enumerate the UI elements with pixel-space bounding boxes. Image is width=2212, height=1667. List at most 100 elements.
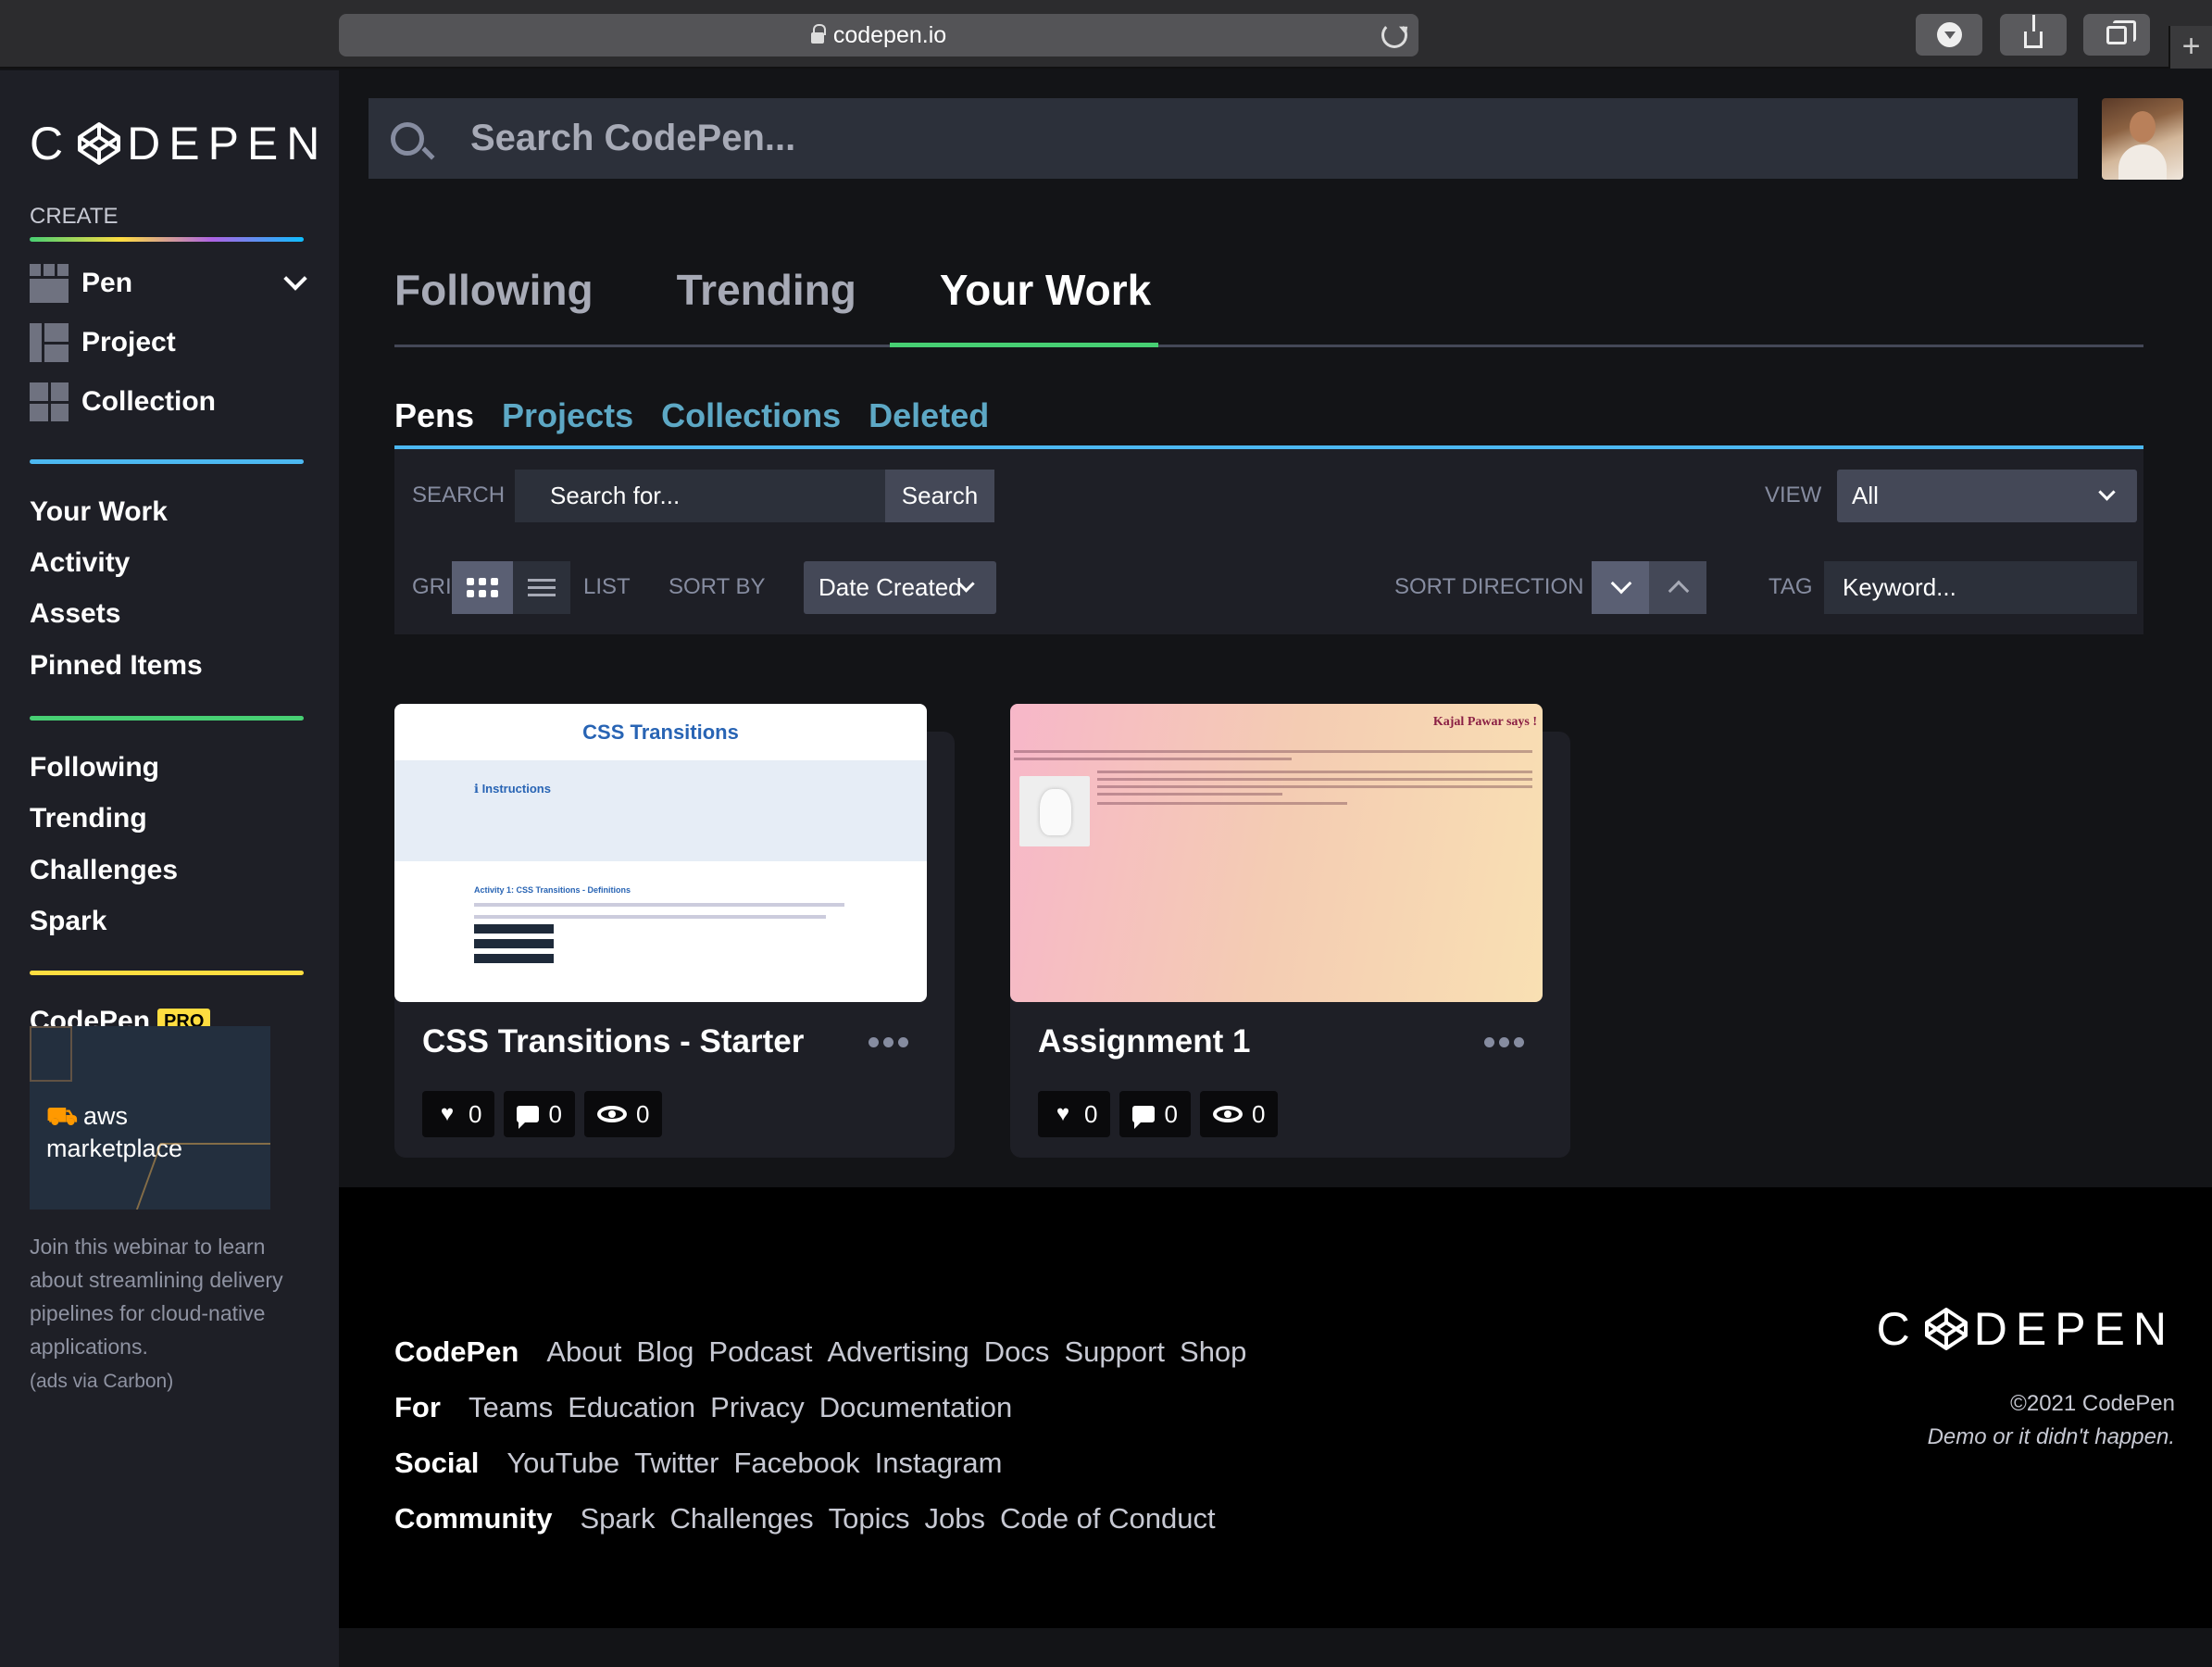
footer-link[interactable]: Shop bbox=[1180, 1335, 1246, 1369]
main-tabs: Following Trending Your Work bbox=[394, 265, 1234, 343]
footer-link[interactable]: About bbox=[546, 1335, 621, 1369]
codepen-cube-icon bbox=[1924, 1308, 1968, 1350]
more-options-icon[interactable] bbox=[869, 1037, 908, 1047]
tag-label: TAG bbox=[1768, 574, 1813, 599]
pen-stats: ♥ 0 0 0 bbox=[422, 1091, 663, 1137]
cat-image bbox=[1019, 776, 1090, 846]
footer-link[interactable]: Instagram bbox=[875, 1447, 1003, 1480]
sub-tabs: Pens Projects Collections Deleted bbox=[394, 396, 1017, 435]
footer-link[interactable]: Facebook bbox=[733, 1447, 859, 1480]
comment-icon bbox=[517, 1106, 540, 1129]
footer-link[interactable]: Topics bbox=[829, 1502, 910, 1535]
more-options-icon[interactable] bbox=[1484, 1037, 1524, 1047]
sidebar-item-challenges[interactable]: Challenges bbox=[30, 855, 178, 886]
list-view-button[interactable] bbox=[513, 561, 570, 614]
footer-link[interactable]: Docs bbox=[984, 1335, 1050, 1369]
footer-copyright: ©2021 CodePen bbox=[2010, 1391, 2175, 1416]
pen-search-input[interactable]: Search for... bbox=[515, 470, 885, 522]
sidebar-item-your-work[interactable]: Your Work bbox=[30, 496, 168, 528]
footer-link[interactable]: Support bbox=[1064, 1335, 1165, 1369]
tabs-icon bbox=[2106, 19, 2136, 44]
divider-green bbox=[30, 716, 304, 721]
project-icon bbox=[30, 323, 69, 362]
pen-preview[interactable]: Kajal Pawar says ! bbox=[1010, 704, 1543, 1002]
pen-title[interactable]: CSS Transitions - Starter bbox=[422, 1023, 804, 1060]
download-button[interactable] bbox=[1916, 14, 1982, 56]
like-button[interactable]: ♥ 0 bbox=[422, 1091, 495, 1137]
sort-direction-label: SORT DIRECTION bbox=[1394, 574, 1584, 599]
footer-link[interactable]: Jobs bbox=[924, 1502, 984, 1535]
footer-link[interactable]: Challenges bbox=[669, 1502, 813, 1535]
footer-link[interactable]: Teams bbox=[469, 1391, 553, 1424]
global-search[interactable] bbox=[369, 98, 2078, 179]
download-icon bbox=[1936, 22, 1962, 47]
sort-by-select[interactable]: Date Created bbox=[804, 561, 996, 614]
eye-icon bbox=[596, 1106, 627, 1122]
footer-link[interactable]: Advertising bbox=[827, 1335, 969, 1369]
tag-input[interactable]: Keyword... bbox=[1824, 561, 2137, 614]
new-tab-button[interactable]: + bbox=[2168, 26, 2212, 69]
footer-link[interactable]: Podcast bbox=[708, 1335, 812, 1369]
subtab-deleted[interactable]: Deleted bbox=[869, 396, 989, 435]
pen-stats: ♥ 0 0 0 bbox=[1038, 1091, 1279, 1137]
sort-ascending-button[interactable] bbox=[1649, 561, 1706, 614]
sidebar-item-assets[interactable]: Assets bbox=[30, 598, 120, 630]
sidebar-item-following[interactable]: Following bbox=[30, 752, 159, 783]
footer-tagline: Demo or it didn't happen. bbox=[1927, 1424, 2175, 1449]
pen-title[interactable]: Assignment 1 bbox=[1038, 1023, 1251, 1060]
tabs-divider bbox=[394, 345, 2143, 347]
subtab-projects[interactable]: Projects bbox=[502, 396, 633, 435]
search-button[interactable]: Search bbox=[885, 470, 994, 522]
ad-cubes-decoration bbox=[135, 1143, 270, 1210]
url-bar[interactable]: codepen.io bbox=[339, 14, 1418, 56]
view-select[interactable]: All bbox=[1837, 470, 2137, 522]
collection-icon bbox=[30, 382, 69, 421]
ad-text[interactable]: Join this webinar to learn about streaml… bbox=[30, 1230, 307, 1363]
footer-link[interactable]: Privacy bbox=[710, 1391, 805, 1424]
footer-link[interactable]: Documentation bbox=[819, 1391, 1013, 1424]
views-count[interactable]: 0 bbox=[583, 1091, 663, 1137]
views-count[interactable]: 0 bbox=[1199, 1091, 1279, 1137]
codepen-logo[interactable]: C DEPEN bbox=[30, 117, 328, 170]
reload-icon[interactable] bbox=[1381, 22, 1407, 48]
divider-blue bbox=[30, 459, 304, 464]
sidebar-item-activity[interactable]: Activity bbox=[30, 547, 130, 579]
chevron-down-icon[interactable] bbox=[283, 267, 307, 291]
ad-cubes-decoration bbox=[30, 1026, 72, 1082]
footer-row-codepen: CodePen About Blog Podcast Advertising D… bbox=[394, 1335, 1247, 1369]
view-label: VIEW bbox=[1765, 483, 1822, 508]
share-button[interactable] bbox=[2000, 14, 2067, 56]
footer-link[interactable]: Twitter bbox=[634, 1447, 719, 1480]
sidebar-item-pinned-items[interactable]: Pinned Items bbox=[30, 650, 203, 682]
like-button[interactable]: ♥ 0 bbox=[1038, 1091, 1111, 1137]
subtab-collections[interactable]: Collections bbox=[661, 396, 841, 435]
footer-codepen-logo[interactable]: C DEPEN bbox=[1877, 1302, 2175, 1356]
ad-image[interactable]: ⛟ aws marketplace bbox=[30, 1026, 270, 1210]
tabs-overview-button[interactable] bbox=[2083, 14, 2150, 56]
tab-trending[interactable]: Trending bbox=[677, 265, 856, 343]
grid-view-button[interactable] bbox=[452, 561, 513, 614]
footer-link[interactable]: Spark bbox=[581, 1502, 656, 1535]
sort-descending-button[interactable] bbox=[1592, 561, 1649, 614]
create-collection-button[interactable]: Collection bbox=[30, 382, 307, 422]
tab-your-work[interactable]: Your Work bbox=[940, 265, 1151, 343]
list-label: LIST bbox=[583, 574, 631, 599]
global-search-input[interactable] bbox=[470, 118, 1859, 159]
comments-button[interactable]: 0 bbox=[1119, 1091, 1191, 1137]
footer-link[interactable]: Education bbox=[568, 1391, 695, 1424]
subtab-pens[interactable]: Pens bbox=[394, 396, 474, 435]
comments-button[interactable]: 0 bbox=[504, 1091, 575, 1137]
tab-following[interactable]: Following bbox=[394, 265, 594, 343]
sidebar-item-trending[interactable]: Trending bbox=[30, 803, 147, 834]
ads-via-carbon[interactable]: (ads via Carbon) bbox=[30, 1371, 173, 1393]
avatar[interactable] bbox=[2102, 98, 2183, 180]
cart-icon: ⛟ bbox=[46, 1102, 78, 1130]
create-pen-button[interactable]: Pen bbox=[30, 263, 307, 304]
footer-link[interactable]: YouTube bbox=[506, 1447, 619, 1480]
pen-preview[interactable]: CSS Transitions ℹ Instructions Activity … bbox=[394, 704, 927, 1002]
footer-link[interactable]: Code of Conduct bbox=[1000, 1502, 1216, 1535]
footer-link[interactable]: Blog bbox=[636, 1335, 694, 1369]
codepen-cube-icon bbox=[78, 122, 121, 165]
sidebar-item-spark[interactable]: Spark bbox=[30, 906, 106, 937]
create-project-button[interactable]: Project bbox=[30, 322, 307, 363]
